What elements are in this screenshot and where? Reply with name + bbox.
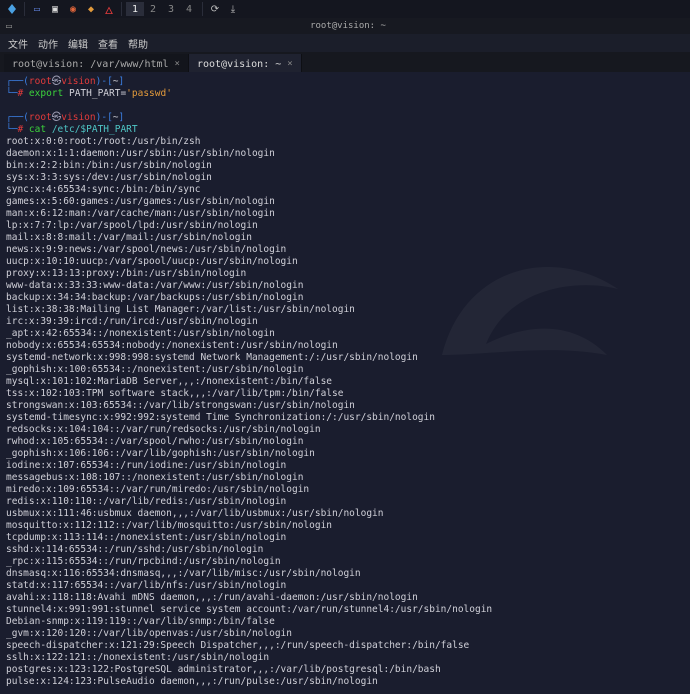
window-menu-icon[interactable]: ▭ (6, 21, 18, 32)
firefox-icon[interactable]: ◉ (65, 2, 81, 16)
menu-item-4[interactable]: 帮助 (128, 36, 148, 51)
wireshark-icon[interactable]: 🜂 (101, 2, 117, 16)
tray-icon-2[interactable]: ⤓ (225, 2, 241, 16)
menu-item-0[interactable]: 文件 (8, 36, 28, 51)
workspace-2[interactable]: 2 (144, 2, 162, 16)
terminal-tab-1[interactable]: root@vision: ~ × (189, 54, 302, 72)
menu-item-3[interactable]: 查看 (98, 36, 118, 51)
tab-label: root@vision: ~ (197, 59, 281, 70)
terminal-tabs: root@vision: /var/www/html×root@vision: … (0, 52, 690, 72)
burp-icon[interactable]: ◆ (83, 2, 99, 16)
menu-item-2[interactable]: 编辑 (68, 36, 88, 51)
workspace-3[interactable]: 3 (162, 2, 180, 16)
terminal-output[interactable]: ┌──(root㉿vision)-[~] └─# export PATH_PAR… (0, 72, 690, 694)
workspace-4[interactable]: 4 (180, 2, 198, 16)
taskbar: ▭ ▣ ◉ ◆ 🜂 1234 ⟳ ⤓ (0, 0, 690, 18)
terminal-icon[interactable]: ▣ (47, 2, 63, 16)
tray-icon-1[interactable]: ⟳ (207, 2, 223, 16)
files-icon[interactable]: ▭ (29, 2, 45, 16)
close-icon[interactable]: × (287, 59, 292, 69)
menubar: 文件动作编辑查看帮助 (0, 34, 690, 52)
window-titlebar: ▭ root@vision: ~ (0, 18, 690, 34)
tab-label: root@vision: /var/www/html (12, 59, 169, 70)
workspace-1[interactable]: 1 (126, 2, 144, 16)
close-icon[interactable]: × (175, 59, 180, 69)
terminal-tab-0[interactable]: root@vision: /var/www/html × (4, 54, 189, 72)
menu-item-1[interactable]: 动作 (38, 36, 58, 51)
window-title: root@vision: ~ (18, 21, 678, 31)
app-menu-icon[interactable] (4, 2, 20, 16)
